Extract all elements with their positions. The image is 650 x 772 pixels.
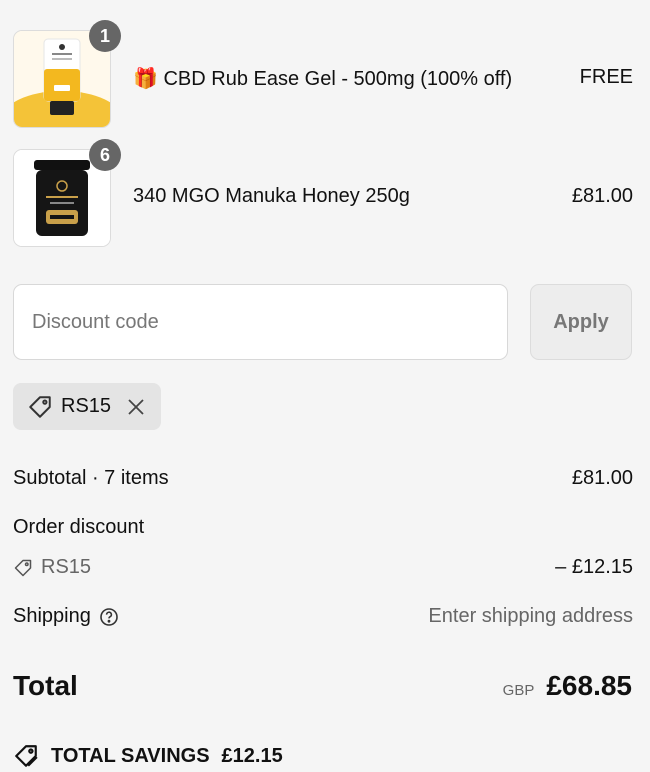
currency-code: GBP bbox=[502, 682, 535, 699]
shipping-label: Shipping bbox=[13, 605, 91, 627]
subtotal-label: Subtotal · 7 items bbox=[13, 467, 169, 489]
subtotal-value: £81.00 bbox=[571, 467, 633, 489]
tag-icon bbox=[27, 394, 53, 420]
line-item: 1 🎁 CBD Rub Ease Gel - 500mg (100% off) … bbox=[13, 20, 633, 128]
order-discount-label: Order discount bbox=[13, 516, 145, 538]
subtotal-row: Subtotal · 7 items £81.00 bbox=[13, 467, 633, 490]
product-price: £81.00 bbox=[571, 185, 633, 207]
discount-code-input[interactable] bbox=[13, 284, 508, 360]
savings-label: TOTAL SAVINGS bbox=[51, 744, 210, 767]
tag-icon bbox=[13, 558, 33, 578]
total-value: £68.85 bbox=[546, 670, 632, 701]
discount-code-label: RS15 bbox=[41, 556, 92, 578]
product-name: 🎁 CBD Rub Ease Gel - 500mg (100% off) bbox=[133, 68, 513, 90]
discount-value: – £12.15 bbox=[555, 556, 633, 578]
shipping-row: Shipping Enter shipping address bbox=[13, 605, 633, 628]
savings-value: £12.15 bbox=[221, 744, 283, 767]
gift-icon: 🎁 bbox=[133, 68, 158, 90]
shipping-value: Enter shipping address bbox=[428, 605, 633, 627]
total-amount-group: GBP £68.85 bbox=[503, 670, 632, 702]
order-discount-row: Order discount bbox=[13, 516, 633, 539]
discount-code-row: RS15 – £12.15 bbox=[13, 556, 633, 584]
applied-discount-chip: RS15 bbox=[13, 383, 161, 430]
product-price: FREE bbox=[579, 66, 633, 88]
product-name: 340 MGO Manuka Honey 250g bbox=[133, 185, 410, 207]
total-savings: TOTAL SAVINGS £12.15 bbox=[13, 743, 283, 769]
quantity-badge: 6 bbox=[89, 139, 121, 171]
quantity-badge: 1 bbox=[89, 20, 121, 52]
savings-tag-icon bbox=[13, 743, 39, 769]
applied-discount-code: RS15 bbox=[61, 395, 112, 417]
line-item: 6 340 MGO Manuka Honey 250g £81.00 bbox=[13, 139, 633, 247]
help-icon[interactable] bbox=[99, 607, 119, 627]
total-label: Total bbox=[13, 670, 78, 701]
remove-discount-icon[interactable] bbox=[127, 398, 145, 416]
apply-discount-button[interactable]: Apply bbox=[530, 284, 632, 360]
